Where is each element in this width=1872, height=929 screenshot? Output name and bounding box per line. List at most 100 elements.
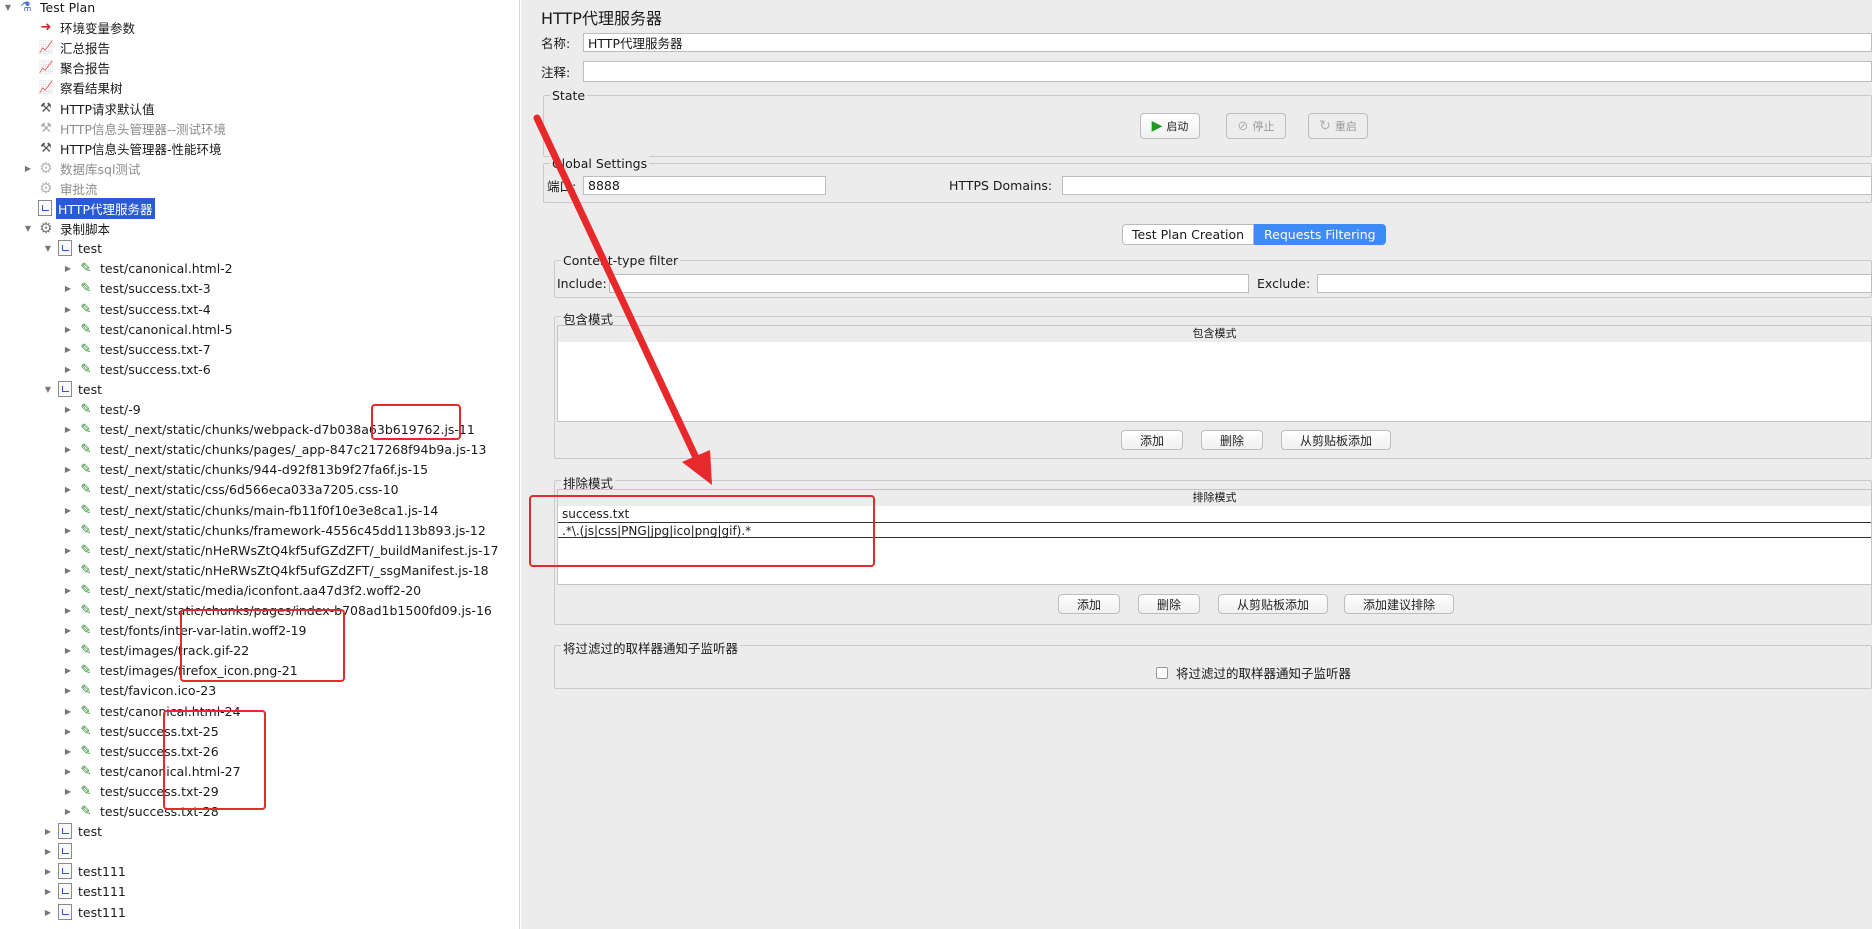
tab-requests-filtering[interactable]: Requests Filtering xyxy=(1254,224,1386,245)
collapse-toggle-icon[interactable]: ▶ xyxy=(62,463,74,475)
tree-node[interactable]: ▶ ✎ test/_next/static/chunks/main-fb11f0f1… xyxy=(62,500,440,520)
tree-node[interactable]: ▶ ✎ test/success.txt-6 xyxy=(62,359,213,379)
collapse-toggle-icon[interactable]: ▶ xyxy=(62,785,74,797)
tree-node-label: test/favicon.ico-23 xyxy=(100,682,217,698)
collapse-toggle-icon[interactable]: ▶ xyxy=(62,705,74,717)
include-paste-button[interactable]: 从剪贴板添加 xyxy=(1281,430,1391,450)
tree-node[interactable]: ⚒ HTTP信息头管理器--测试环境 xyxy=(22,118,228,138)
collapse-toggle-icon[interactable]: ▶ xyxy=(62,343,74,355)
tree-node-label: Test Plan xyxy=(40,0,96,15)
collapse-toggle-icon[interactable]: ▶ xyxy=(62,504,74,516)
include-patterns-table[interactable]: 包含模式 xyxy=(557,325,1872,422)
collapse-toggle-icon[interactable]: ▶ xyxy=(62,423,74,435)
tree-node[interactable]: ⚒ HTTP请求默认值 xyxy=(22,98,157,118)
tree-node[interactable]: ▼ test xyxy=(42,238,104,258)
tree-node[interactable]: ▶ ✎ test/_next/static/media/iconfont.aa47d… xyxy=(62,580,423,600)
collapse-toggle-icon[interactable]: ▶ xyxy=(62,323,74,335)
collapse-toggle-icon[interactable]: ▶ xyxy=(62,443,74,455)
tree-node[interactable]: ▶ ✎ test/success.txt-3 xyxy=(62,278,213,298)
tree-node[interactable]: ▼ ⚗ Test Plan xyxy=(2,0,97,17)
collapse-toggle-icon[interactable]: ▶ xyxy=(62,664,74,676)
tree-node[interactable]: ▶ ✎ test/success.txt-4 xyxy=(62,299,213,319)
name-field[interactable]: HTTP代理服务器 xyxy=(583,33,1872,52)
tree-node[interactable]: ▶ test xyxy=(42,821,104,841)
tree-node[interactable]: ▶ test111 xyxy=(42,881,128,901)
tree-node[interactable]: ▶ ✎ test/_next/static/nHeRWsZtQ4kf5ufGZdZF… xyxy=(62,560,491,580)
tree-node[interactable]: 📈 聚合报告 xyxy=(22,57,112,77)
tree-node[interactable]: ▶ ✎ test/_next/static/css/6d566eca033a7205… xyxy=(62,479,401,499)
collapse-toggle-icon[interactable]: ▶ xyxy=(62,544,74,556)
stop-button[interactable]: ⊘ 停止 xyxy=(1226,113,1286,139)
collapse-toggle-icon[interactable]: ▶ xyxy=(42,825,54,837)
tree-node[interactable]: ▶ xyxy=(42,841,80,861)
exclude-field[interactable] xyxy=(1317,274,1872,293)
collapse-toggle-icon[interactable]: ▶ xyxy=(62,262,74,274)
collapse-toggle-icon[interactable]: ▶ xyxy=(22,162,34,174)
collapse-toggle-icon[interactable]: ▶ xyxy=(62,604,74,616)
tree-node[interactable]: ▼ test xyxy=(42,379,104,399)
global-settings-legend: Global Settings xyxy=(550,156,650,171)
tree-node[interactable]: ▶ ⚙ 数据库sql测试 xyxy=(22,158,142,178)
tree-node[interactable]: ➜ 环境变量参数 xyxy=(22,17,137,37)
tree-node[interactable]: ⚙ 审批流 xyxy=(22,178,100,198)
expand-toggle-icon[interactable]: ▼ xyxy=(42,383,54,395)
tree-node[interactable]: ▶ ✎ test/canonical.html-2 xyxy=(62,258,235,278)
notify-checkbox[interactable] xyxy=(1156,666,1168,679)
collapse-toggle-icon[interactable]: ▶ xyxy=(62,725,74,737)
port-field[interactable]: 8888 xyxy=(583,176,826,195)
collapse-toggle-icon[interactable]: ▶ xyxy=(62,765,74,777)
tree-node-label: 汇总报告 xyxy=(60,40,111,56)
pipette-icon: ✎ xyxy=(80,642,92,658)
https-domains-field[interactable] xyxy=(1062,176,1872,195)
tree-node[interactable]: ⚒ HTTP信息头管理器-性能环境 xyxy=(22,138,224,158)
collapse-toggle-icon[interactable]: ▶ xyxy=(62,564,74,576)
collapse-toggle-icon[interactable]: ▶ xyxy=(62,805,74,817)
tab-test-plan-creation[interactable]: Test Plan Creation xyxy=(1122,224,1255,245)
exclude-paste-button[interactable]: 从剪贴板添加 xyxy=(1218,594,1328,614)
collapse-toggle-icon[interactable]: ▶ xyxy=(42,865,54,877)
expand-toggle-icon[interactable]: ▼ xyxy=(22,222,34,234)
tree-node[interactable]: ▶ ✎ test/_next/static/nHeRWsZtQ4kf5ufGZdZF… xyxy=(62,540,500,560)
tree-node[interactable]: ▶ ✎ test/_next/static/chunks/944-d92f813b9… xyxy=(62,459,430,479)
tree-node[interactable]: HTTP代理服务器 xyxy=(22,197,155,219)
collapse-toggle-icon[interactable]: ▶ xyxy=(62,363,74,375)
collapse-toggle-icon[interactable]: ▶ xyxy=(62,745,74,757)
collapse-toggle-icon[interactable]: ▶ xyxy=(62,644,74,656)
exclude-add-button[interactable]: 添加 xyxy=(1058,594,1120,614)
collapse-toggle-icon[interactable]: ▶ xyxy=(62,303,74,315)
collapse-toggle-icon[interactable]: ▶ xyxy=(62,624,74,636)
collapse-toggle-icon[interactable]: ▶ xyxy=(62,403,74,415)
include-field[interactable] xyxy=(609,274,1249,293)
pipette-icon: ✎ xyxy=(80,703,92,719)
tree-node[interactable]: ▶ ✎ test/_next/static/chunks/framework-455… xyxy=(62,520,488,540)
restart-button[interactable]: ↻ 重启 xyxy=(1308,113,1368,139)
expand-toggle-icon[interactable]: ▼ xyxy=(42,242,54,254)
comment-field[interactable] xyxy=(583,61,1872,82)
tree-node[interactable]: ▶ ✎ test/-9 xyxy=(62,399,143,419)
exclude-suggest-button[interactable]: 添加建议排除 xyxy=(1344,594,1454,614)
collapse-toggle-icon[interactable]: ▶ xyxy=(62,524,74,536)
exclude-delete-button[interactable]: 删除 xyxy=(1138,594,1200,614)
collapse-toggle-icon[interactable]: ▶ xyxy=(42,845,54,857)
include-add-button[interactable]: 添加 xyxy=(1121,430,1183,450)
tree-node[interactable]: ▶ ✎ test/_next/static/chunks/pages/_app-84… xyxy=(62,439,488,459)
collapse-toggle-icon[interactable]: ▶ xyxy=(62,584,74,596)
tree-node[interactable]: 📈 察看结果树 xyxy=(22,77,125,97)
tree-node-label: HTTP信息头管理器--测试环境 xyxy=(60,121,227,137)
tree-node[interactable]: ▶ ✎ test/canonical.html-5 xyxy=(62,319,235,339)
start-button[interactable]: ▶ 启动 xyxy=(1140,113,1200,139)
tree-node[interactable]: 📈 汇总报告 xyxy=(22,37,112,57)
collapse-toggle-icon[interactable]: ▶ xyxy=(42,885,54,897)
tree-node[interactable]: ▶ test111 xyxy=(42,902,128,922)
tree-node[interactable]: ▼ ⚙ 录制脚本 xyxy=(22,218,112,238)
include-delete-button[interactable]: 删除 xyxy=(1201,430,1263,450)
tree-node[interactable]: ▶ test111 xyxy=(42,861,128,881)
tree-node[interactable]: ▶ ✎ test/success.txt-7 xyxy=(62,339,213,359)
tree-node[interactable]: ▶ ✎ test/favicon.ico-23 xyxy=(62,680,218,700)
collapse-toggle-icon[interactable]: ▶ xyxy=(62,684,74,696)
collapse-toggle-icon[interactable]: ▶ xyxy=(42,906,54,918)
collapse-toggle-icon[interactable]: ▶ xyxy=(62,282,74,294)
expand-toggle-icon[interactable]: ▼ xyxy=(2,1,14,13)
collapse-toggle-icon[interactable]: ▶ xyxy=(62,483,74,495)
